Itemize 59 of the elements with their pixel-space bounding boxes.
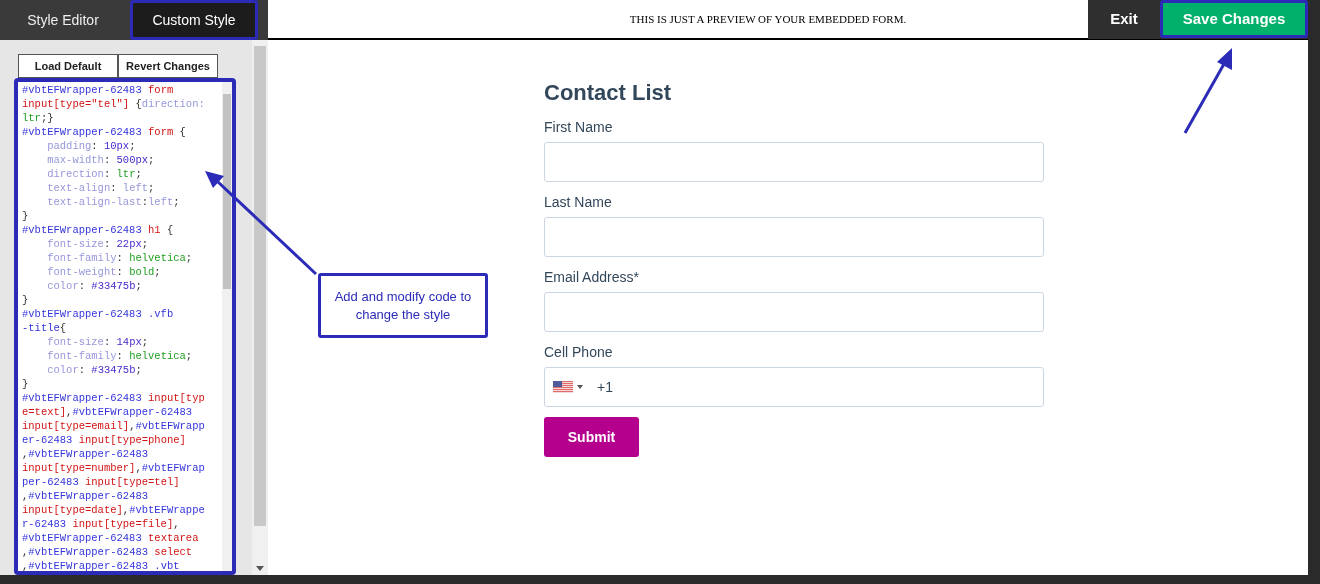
code-line: #vbtEFWrapper-62483 h1 { [22,223,175,237]
code-line: -title{ [22,321,68,335]
code-line: ltr;} [22,111,55,125]
field-label: Email Address* [544,268,640,287]
code-line: input[type=date],#vbtEFWrappe [22,503,206,517]
code-line: ,#vbtEFWrapper-62483 .vbt [22,559,181,571]
input-field[interactable] [544,217,1044,257]
code-line: ,#vbtEFWrapper-62483 [22,447,150,461]
field-label: Last Name [544,193,613,212]
code-line: color: #33475b; [46,363,143,377]
code-line: input[type=number],#vbtEFWrap [22,461,206,475]
code-line: font-weight: bold; [46,265,162,279]
editor-button[interactable]: Revert Changes [118,54,218,78]
code-line: r-62483 input[type=file], [22,517,181,531]
code-editor[interactable] [14,78,236,575]
tab[interactable]: Style Editor [4,0,122,40]
scrollbar[interactable] [252,40,268,575]
code-line: input[type=email],#vbtEFWrapp [22,419,206,433]
flag-icon [553,381,573,393]
code-line: font-size: 14px; [46,335,150,349]
code-line: font-family: helvetica; [46,349,194,363]
phone-field[interactable]: +1 [544,367,1044,407]
code-line: e=text],#vbtEFWrapper-62483 [22,405,194,419]
code-line: ,#vbtEFWrapper-62483 select [22,545,194,559]
code-line: } [22,293,30,307]
code-line: ,#vbtEFWrapper-62483 [22,489,150,503]
code-line: #vbtEFWrapper-62483 form { [22,125,187,139]
code-line: text-align: left; [46,181,156,195]
code-line: direction: ltr; [46,167,143,181]
code-line: padding: 10px; [46,139,137,153]
code-line: color: #33475b; [46,279,143,293]
submit-button[interactable]: Submit [544,417,639,457]
code-line: #vbtEFWrapper-62483 textarea [22,531,200,545]
scroll-down-icon[interactable] [256,566,264,571]
scrollbar[interactable] [222,82,232,571]
code-line: } [22,377,30,391]
editor-button[interactable]: Load Default [18,54,118,78]
tab[interactable]: Custom Style [130,0,258,40]
field-label: Cell Phone [544,343,614,362]
input-field[interactable] [544,142,1044,182]
code-line: text-align-last:left; [46,195,181,209]
code-line: #vbtEFWrapper-62483 form [22,83,175,97]
preview-notice: THIS IS JUST A PREVIEW OF YOUR EMBEDDED FORM. [629,11,907,27]
code-line: } [22,209,30,223]
form-title: Contact List [544,79,673,107]
code-line: er-62483 input[type=phone] [22,433,187,447]
phone-value: +1 [597,377,613,397]
code-line: max-width: 500px; [46,153,156,167]
code-line: #vbtEFWrapper-62483 .vfb [22,307,175,321]
code-line: font-size: 22px; [46,237,150,251]
code-line: per-62483 input[type=tel] [22,475,181,489]
code-line: input[type="tel"] {direction: [22,97,206,111]
field-label: First Name [544,118,614,137]
code-line: #vbtEFWrapper-62483 input[typ [22,391,206,405]
code-line: font-family: helvetica; [46,251,194,265]
caret-icon[interactable] [577,385,583,389]
input-field[interactable] [544,292,1044,332]
callout: Add and modify code to change the style [318,273,488,338]
exit-button[interactable]: Exit [1088,7,1160,31]
